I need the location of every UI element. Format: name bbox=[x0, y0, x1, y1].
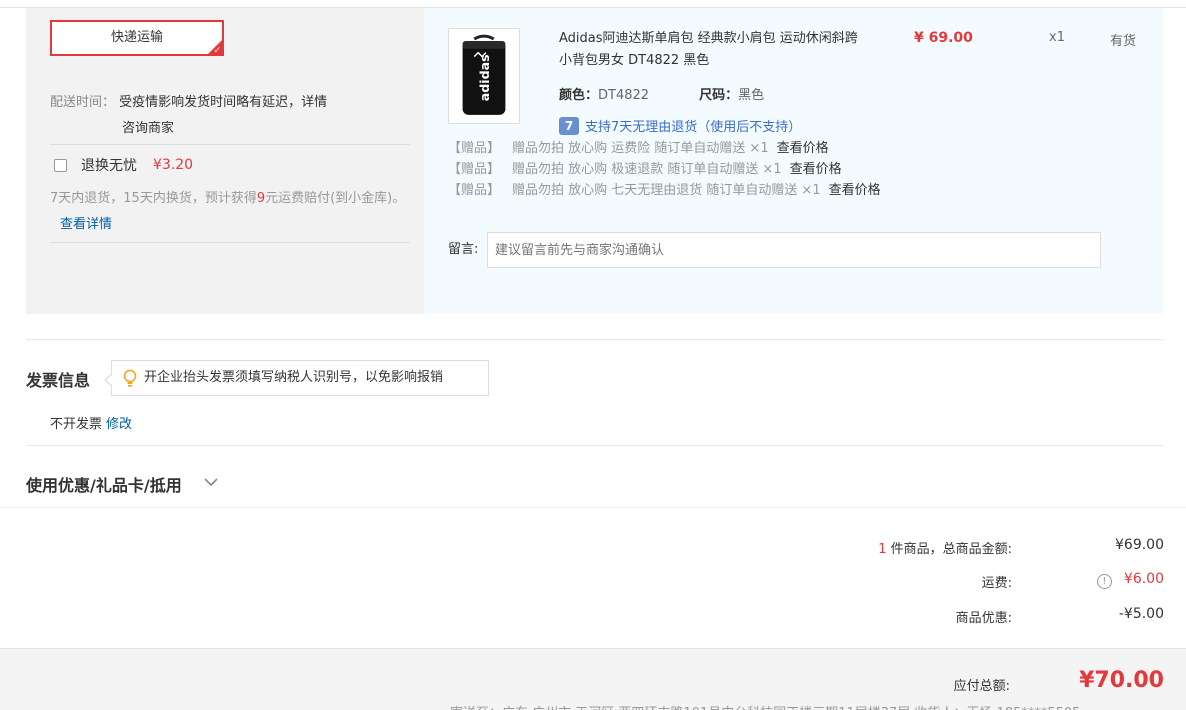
divider bbox=[50, 144, 410, 145]
shipping-method-label: 快递运输 bbox=[110, 30, 163, 45]
view-price-link[interactable]: 查看价格 bbox=[777, 141, 829, 156]
gift-item: 【赠品】 赠品勿拍 放心购 极速退款 随订单自动赠送 ×1 查看价格 bbox=[448, 159, 885, 180]
goods-panel: adidas Adidas阿迪达斯单肩包 经典款小肩包 运动休闲斜跨小背包男女 … bbox=[424, 8, 1163, 314]
product-title[interactable]: Adidas阿迪达斯单肩包 经典款小肩包 运动休闲斜跨小背包男女 DT4822 … bbox=[559, 28, 859, 72]
shipping-address: 寄送至：广东 广州市 天河区 西四环支路101号中台科技园正楼三期11层楼37层… bbox=[450, 702, 1186, 710]
shipping-panel: 快递运输 ✓ 配送时间： 受疫情影响发货时间略有延迟，详情 咨询商家 退换无忧 … bbox=[26, 8, 424, 314]
gift-list: 【赠品】 赠品勿拍 放心购 运费险 随订单自动赠送 ×1 查看价格 【赠品】 赠品勿拍 … bbox=[448, 138, 885, 201]
return-policy: 7 支持7天无理由退货（使用后不支持） bbox=[559, 116, 801, 135]
gift-name: 赠品勿拍 放心购 极速退款 随订单自动赠送 bbox=[512, 162, 759, 177]
goods-count: 1 bbox=[878, 542, 887, 557]
color-key: 颜色： bbox=[559, 88, 599, 103]
check-icon: ✓ bbox=[213, 46, 221, 56]
delivery-time-label: 配送时间： bbox=[50, 95, 116, 110]
invoice-tip-text: 开企业抬头发票须填写纳税人识别号，以免影响报销 bbox=[144, 370, 444, 385]
gift-name: 赠品勿拍 放心购 七天无理由退货 随订单自动赠送 bbox=[512, 183, 798, 198]
delivery-time-value-cont: 咨询商家 bbox=[122, 121, 175, 136]
gift-item: 【赠品】 赠品勿拍 放心购 七天无理由退货 随订单自动赠送 ×1 查看价格 bbox=[448, 180, 885, 201]
exchange-desc-2: 元运费赔付(到小金库)。 bbox=[265, 191, 406, 206]
brand-text: adidas bbox=[477, 54, 492, 101]
product-image: adidas bbox=[449, 29, 519, 123]
divider bbox=[50, 242, 410, 243]
payable-value: ¥70.00 bbox=[1079, 668, 1164, 693]
invoice-status: 不开发票 修改 bbox=[50, 413, 132, 432]
goods-total-value: ¥69.00 bbox=[1115, 537, 1164, 553]
color-value: DT4822 bbox=[598, 88, 650, 103]
exchange-desc-num: 9 bbox=[256, 191, 266, 206]
freight-label: 运费: bbox=[981, 576, 1012, 591]
gift-qty: ×1 bbox=[762, 162, 782, 177]
delivery-time-value: 受疫情影响发货时间略有延迟，详情 bbox=[119, 95, 328, 110]
gift-tag: 【赠品】 bbox=[448, 183, 501, 198]
delivery-time: 配送时间： 受疫情影响发货时间略有延迟，详情 咨询商家 bbox=[50, 90, 380, 142]
invoice-tip: 开企业抬头发票须填写纳税人识别号，以免影响报销 bbox=[104, 360, 489, 396]
divider bbox=[26, 445, 1163, 446]
freight-value-wrap: ! ¥6.00 bbox=[1096, 571, 1164, 589]
exchange-detail-link[interactable]: 查看详情 bbox=[60, 217, 112, 232]
exchange-desc-1: 7天内退货，15天内换货，预计获得 bbox=[50, 191, 257, 206]
gift-tag: 【赠品】 bbox=[448, 141, 501, 156]
product-size: 尺码：黑色 bbox=[699, 84, 764, 103]
product-color: 颜色：DT4822 bbox=[559, 84, 649, 103]
view-price-link[interactable]: 查看价格 bbox=[829, 183, 881, 198]
invoice-status-text: 不开发票 bbox=[50, 417, 103, 432]
gift-tag: 【赠品】 bbox=[448, 162, 501, 177]
size-key: 尺码： bbox=[699, 88, 739, 103]
gift-qty: ×1 bbox=[749, 141, 769, 156]
exchange-description: 7天内退货，15天内换货，预计获得9元运费赔付(到小金库)。查看详情 bbox=[50, 186, 410, 238]
freight-value: ¥6.00 bbox=[1123, 571, 1164, 587]
invoice-edit-link[interactable]: 修改 bbox=[106, 417, 132, 432]
memo-label: 留言: bbox=[448, 242, 479, 257]
seven-day-return-icon: 7 bbox=[559, 116, 579, 135]
return-policy-text: 支持7天无理由退货（使用后不支持） bbox=[585, 120, 802, 135]
view-price-link[interactable]: 查看价格 bbox=[790, 162, 842, 177]
gift-qty: ×1 bbox=[801, 183, 821, 198]
shipping-method-express[interactable]: 快递运输 ✓ bbox=[50, 20, 224, 56]
payable-bar: 应付总额: ¥70.00 寄送至：广东 广州市 天河区 西四环支路101号中台科… bbox=[0, 648, 1186, 710]
payable-label: 应付总额: bbox=[953, 679, 1010, 694]
gift-item: 【赠品】 赠品勿拍 放心购 运费险 随订单自动赠送 ×1 查看价格 bbox=[448, 138, 885, 159]
chevron-down-icon[interactable] bbox=[203, 476, 219, 488]
memo-input[interactable] bbox=[487, 232, 1101, 268]
checkout-page: 快递运输 ✓ 配送时间： 受疫情影响发货时间略有延迟，详情 咨询商家 退换无忧 … bbox=[0, 0, 1186, 710]
lightbulb-icon bbox=[123, 369, 137, 387]
product-thumbnail[interactable]: adidas bbox=[448, 28, 520, 124]
order-summary: 1 件商品，总商品金额: ¥69.00 运费: ! ¥6.00 商品优惠: -¥5… bbox=[0, 507, 1186, 649]
coupon-toggle[interactable]: 使用优惠/礼品卡/抵用 bbox=[26, 472, 182, 496]
exchange-checkbox[interactable] bbox=[54, 158, 67, 172]
product-stock: 有货 bbox=[1110, 34, 1137, 49]
discount-label: 商品优惠: bbox=[955, 611, 1012, 626]
exchange-option[interactable]: 退换无忧 ¥3.20 bbox=[54, 154, 193, 176]
gift-name: 赠品勿拍 放心购 运费险 随订单自动赠送 bbox=[512, 141, 746, 156]
product-qty: x1 bbox=[1049, 30, 1065, 45]
discount-value: -¥5.00 bbox=[1118, 606, 1164, 622]
size-value: 黑色 bbox=[738, 88, 765, 103]
divider bbox=[26, 339, 1163, 340]
goods-total-label: 1 件商品，总商品金额: bbox=[878, 538, 1012, 557]
info-icon[interactable]: ! bbox=[1096, 574, 1112, 589]
exchange-label: 退换无忧 bbox=[81, 158, 137, 174]
exchange-price: ¥3.20 bbox=[153, 157, 194, 173]
invoice-title: 发票信息 bbox=[26, 371, 91, 390]
product-price: ¥ 69.00 bbox=[914, 30, 973, 46]
product-attributes: 颜色：DT4822 尺码：黑色 bbox=[559, 84, 814, 103]
goods-count-label: 件商品，总商品金额: bbox=[890, 542, 1012, 557]
